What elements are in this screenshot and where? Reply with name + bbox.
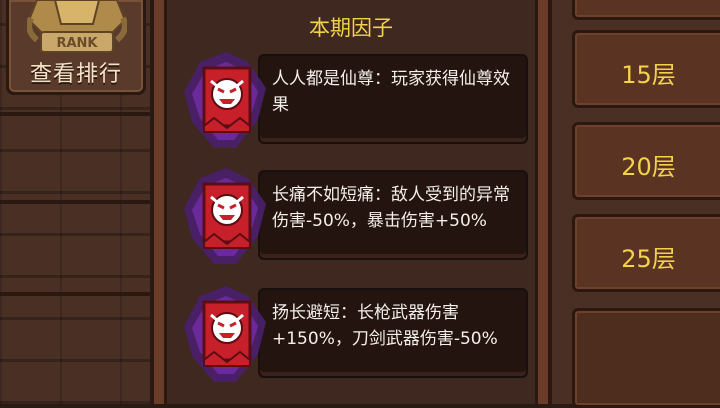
view-ranking-label: 查看排行: [29, 62, 122, 87]
demon-banner-icon: [184, 286, 266, 382]
factor-item[interactable]: 长痛不如短痛：敌人受到的异常伤害-50%，暴击伤害+50%: [178, 164, 528, 270]
divider: [0, 292, 150, 296]
floor-label: 15层: [621, 61, 676, 89]
divider: [0, 200, 150, 204]
demon-banner-icon: [184, 52, 266, 148]
factor-text: 长痛不如短痛：敌人受到的异常伤害-50%，暴击伤害+50%: [272, 185, 510, 231]
panel-title: 本期因子: [309, 16, 393, 40]
factor-item[interactable]: 人人都是仙尊：玩家获得仙尊效果: [178, 48, 528, 154]
floor-label: 20层: [621, 153, 676, 181]
floor-15-button[interactable]: 15层: [572, 30, 720, 108]
floor-25-button[interactable]: 25层: [572, 214, 720, 292]
floor-20-button[interactable]: 20层: [572, 122, 720, 200]
factor-text: 扬长避短：长枪武器伤害+150%，刀剑武器伤害-50%: [272, 303, 498, 349]
floor-label: 25层: [621, 245, 676, 273]
factor-item[interactable]: 扬长避短：长枪武器伤害+150%，刀剑武器伤害-50%: [178, 282, 528, 388]
divider: [0, 112, 150, 116]
floor-button-bottom-partial[interactable]: [572, 308, 720, 408]
rank-emblem-text: RANK: [56, 36, 98, 51]
demon-banner-icon: [184, 168, 266, 264]
view-ranking-button[interactable]: RANK 查看排行: [6, 0, 146, 95]
floor-button-top-partial[interactable]: [572, 0, 720, 20]
rank-emblem-icon: RANK: [27, 0, 127, 53]
factor-description-box: 扬长避短：长枪武器伤害+150%，刀剑武器伤害-50%: [258, 288, 528, 378]
factor-description-box: 人人都是仙尊：玩家获得仙尊效果: [258, 54, 528, 144]
factor-text: 人人都是仙尊：玩家获得仙尊效果: [272, 69, 510, 115]
factor-description-box: 长痛不如短痛：敌人受到的异常伤害-50%，暴击伤害+50%: [258, 170, 528, 260]
